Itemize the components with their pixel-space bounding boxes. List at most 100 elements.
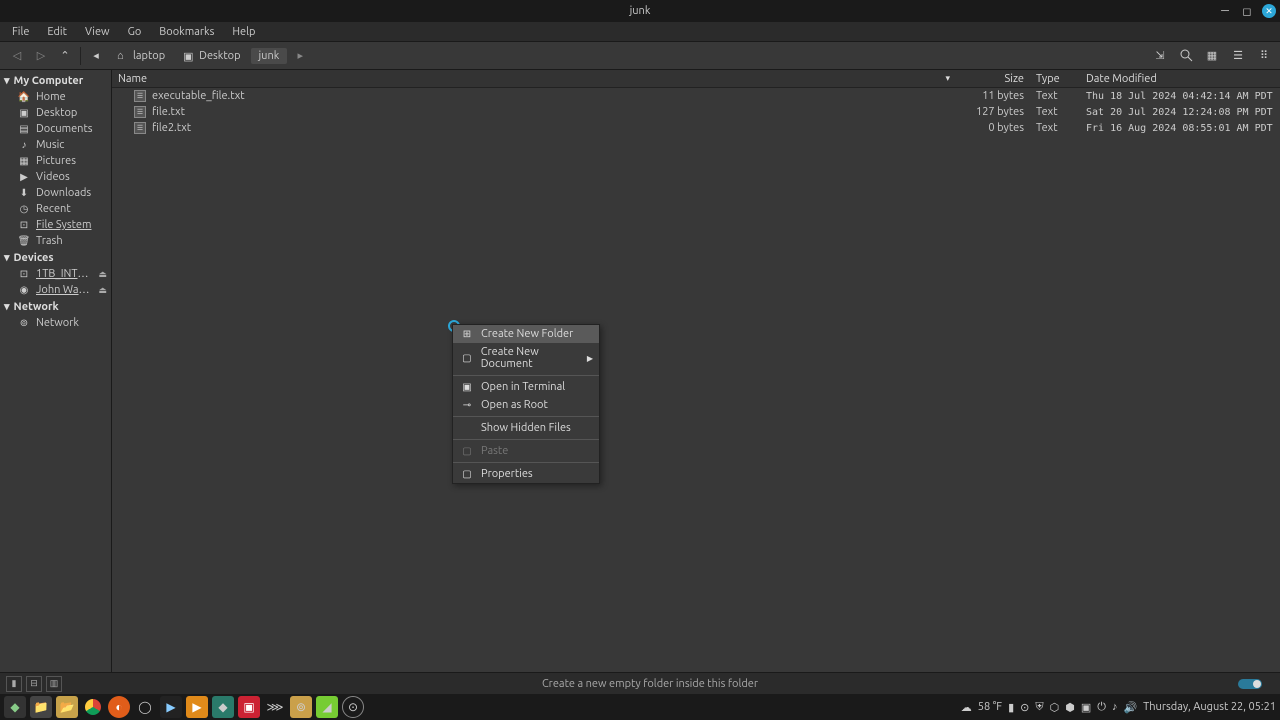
- show-places-button[interactable]: ▮: [6, 676, 22, 692]
- taskbar-app5-icon[interactable]: ◢: [316, 696, 338, 718]
- icon-view-button[interactable]: ▦: [1202, 46, 1222, 66]
- taskbar-app2-icon[interactable]: ◆: [212, 696, 234, 718]
- tray-temp[interactable]: 58 °F: [978, 701, 1002, 713]
- status-hint: Create a new empty folder inside this fo…: [62, 678, 1238, 690]
- sidebar-item[interactable]: ♪Music: [0, 137, 111, 153]
- sidebar-item[interactable]: 🗑Trash: [0, 233, 111, 249]
- breadcrumb-junk[interactable]: junk: [251, 48, 288, 64]
- taskbar-firefox-icon[interactable]: ◐: [108, 696, 130, 718]
- taskbar-app-icon[interactable]: ▶: [160, 696, 182, 718]
- list-view-button[interactable]: ☰: [1228, 46, 1248, 66]
- tray-volume-icon[interactable]: 🔊: [1123, 701, 1137, 714]
- file-row[interactable]: ☰executable_file.txt11 bytesTextThu 18 J…: [112, 88, 1280, 104]
- search-button[interactable]: [1176, 46, 1196, 66]
- toggle-location-button[interactable]: ⇲: [1150, 46, 1170, 66]
- crumb-forward-button[interactable]: ▸: [289, 46, 311, 66]
- file-pane[interactable]: Name▾ Size Type Date Modified ☰executabl…: [112, 70, 1280, 672]
- sidebar-item[interactable]: ⊚Network: [0, 315, 111, 331]
- show-tree-button[interactable]: ⊟: [26, 676, 42, 692]
- taskbar-chrome-icon[interactable]: [82, 696, 104, 718]
- tray-network-icon[interactable]: ⏻: [1097, 701, 1106, 714]
- tray-updates-icon[interactable]: ⬡: [1050, 701, 1060, 714]
- menu-help[interactable]: Help: [224, 24, 263, 40]
- back-button[interactable]: ◁: [6, 46, 28, 66]
- sidebar-section-network[interactable]: ▾ Network: [0, 298, 111, 315]
- maximize-button[interactable]: ◻: [1240, 4, 1254, 18]
- menu-bookmarks[interactable]: Bookmarks: [151, 24, 222, 40]
- sidebar-item-label: Recent: [36, 203, 107, 215]
- sidebar-item[interactable]: ▦Pictures: [0, 153, 111, 169]
- tray-display-icon[interactable]: ▣: [1081, 701, 1091, 714]
- crumb-back-button[interactable]: ◂: [85, 46, 107, 66]
- sidebar-item[interactable]: ▤Documents: [0, 121, 111, 137]
- column-type[interactable]: Type: [1030, 73, 1080, 85]
- tray-weather-icon[interactable]: ☁: [961, 701, 972, 714]
- sidebar-item-icon: ◉: [18, 284, 30, 296]
- breadcrumb-laptop[interactable]: ⌂ laptop: [109, 48, 173, 64]
- sidebar-section-devices[interactable]: ▾ Devices: [0, 249, 111, 266]
- column-headers: Name▾ Size Type Date Modified: [112, 70, 1280, 88]
- sidebar-item[interactable]: ◉John Wayn...⏏: [0, 282, 111, 298]
- taskbar-mint-icon[interactable]: ⊙: [342, 696, 364, 718]
- taskbar: ◆ 📁 📂 ◐ ◯ ▶ ▶ ◆ ▣ ⋙ ⊚ ◢ ⊙ ☁ 58 °F ▮ ⊙ ⛨ …: [0, 694, 1280, 720]
- tray-battery-icon[interactable]: ▮: [1008, 701, 1014, 714]
- taskbar-kdenlive-icon[interactable]: ⋙: [264, 696, 286, 718]
- taskbar-app3-icon[interactable]: ▣: [238, 696, 260, 718]
- menu-view[interactable]: View: [77, 24, 118, 40]
- file-size: 127 bytes: [960, 106, 1030, 118]
- file-name: file2.txt: [152, 122, 191, 134]
- sidebar-item[interactable]: ⬇Downloads: [0, 185, 111, 201]
- context-menu-label: Open in Terminal: [481, 381, 565, 393]
- eject-icon[interactable]: ⏏: [98, 269, 107, 280]
- eject-icon[interactable]: ⏏: [98, 285, 107, 296]
- up-button[interactable]: ⌃: [54, 46, 76, 66]
- tray-bluetooth-icon[interactable]: ⬢: [1065, 701, 1075, 714]
- zoom-toggle[interactable]: [1238, 679, 1262, 689]
- column-size[interactable]: Size: [960, 73, 1030, 85]
- context-menu-item[interactable]: ▣Open in Terminal: [453, 378, 599, 396]
- start-menu-button[interactable]: ◆: [4, 696, 26, 718]
- close-button[interactable]: ✕: [1262, 4, 1276, 18]
- sidebar-item[interactable]: ▶Videos: [0, 169, 111, 185]
- minimize-button[interactable]: ─: [1218, 4, 1232, 18]
- compact-view-button[interactable]: ⠿: [1254, 46, 1274, 66]
- file-row[interactable]: ☰file.txt127 bytesTextSat 20 Jul 2024 12…: [112, 104, 1280, 120]
- taskbar-filemanager-icon[interactable]: 📂: [56, 696, 78, 718]
- hide-sidebar-button[interactable]: ▥: [46, 676, 62, 692]
- taskbar-steam-icon[interactable]: ◯: [134, 696, 156, 718]
- sidebar-item[interactable]: ◷Recent: [0, 201, 111, 217]
- context-menu-label: Create New Folder: [481, 328, 573, 340]
- sidebar-item[interactable]: ⊡1TB_INTER...⏏: [0, 266, 111, 282]
- column-date[interactable]: Date Modified: [1080, 73, 1280, 85]
- taskbar-media-icon[interactable]: ▶: [186, 696, 208, 718]
- taskbar-app4-icon[interactable]: ⊚: [290, 696, 312, 718]
- breadcrumb-label: Desktop: [199, 50, 240, 62]
- sidebar-item[interactable]: 🏠Home: [0, 89, 111, 105]
- context-menu-item[interactable]: ▢Create New Document▶: [453, 343, 599, 373]
- context-menu-item[interactable]: ▢Properties: [453, 465, 599, 483]
- sidebar-item-icon: ▦: [18, 155, 30, 167]
- sidebar-item-label: Network: [36, 317, 107, 329]
- sidebar-item[interactable]: ▣Desktop: [0, 105, 111, 121]
- context-menu-label: Open as Root: [481, 399, 548, 411]
- file-date: Thu 18 Jul 2024 04:42:14 AM PDT: [1080, 91, 1280, 102]
- menu-edit[interactable]: Edit: [39, 24, 75, 40]
- context-menu-item[interactable]: ⊸Open as Root: [453, 396, 599, 414]
- tray-record-icon[interactable]: ⊙: [1020, 701, 1029, 714]
- taskbar-files-icon[interactable]: 📁: [30, 696, 52, 718]
- file-date: Fri 16 Aug 2024 08:55:01 AM PDT: [1080, 123, 1280, 134]
- tray-shield-icon[interactable]: ⛨: [1035, 701, 1043, 714]
- breadcrumb-desktop[interactable]: ▣ Desktop: [175, 48, 248, 64]
- sidebar-item-label: Desktop: [36, 107, 107, 119]
- sidebar-item[interactable]: ⊡File System: [0, 217, 111, 233]
- menu-file[interactable]: File: [4, 24, 37, 40]
- tray-clock[interactable]: Thursday, August 22, 05:21: [1143, 701, 1276, 713]
- sidebar-section-my-computer[interactable]: ▾ My Computer: [0, 72, 111, 89]
- tray-sound-icon[interactable]: ♪: [1112, 701, 1118, 713]
- context-menu-item[interactable]: Show Hidden Files: [453, 419, 599, 437]
- file-row[interactable]: ☰file2.txt0 bytesTextFri 16 Aug 2024 08:…: [112, 120, 1280, 136]
- context-menu-item[interactable]: ⊞Create New Folder: [453, 325, 599, 343]
- column-name[interactable]: Name▾: [112, 73, 960, 85]
- forward-button[interactable]: ▷: [30, 46, 52, 66]
- menu-go[interactable]: Go: [120, 24, 150, 40]
